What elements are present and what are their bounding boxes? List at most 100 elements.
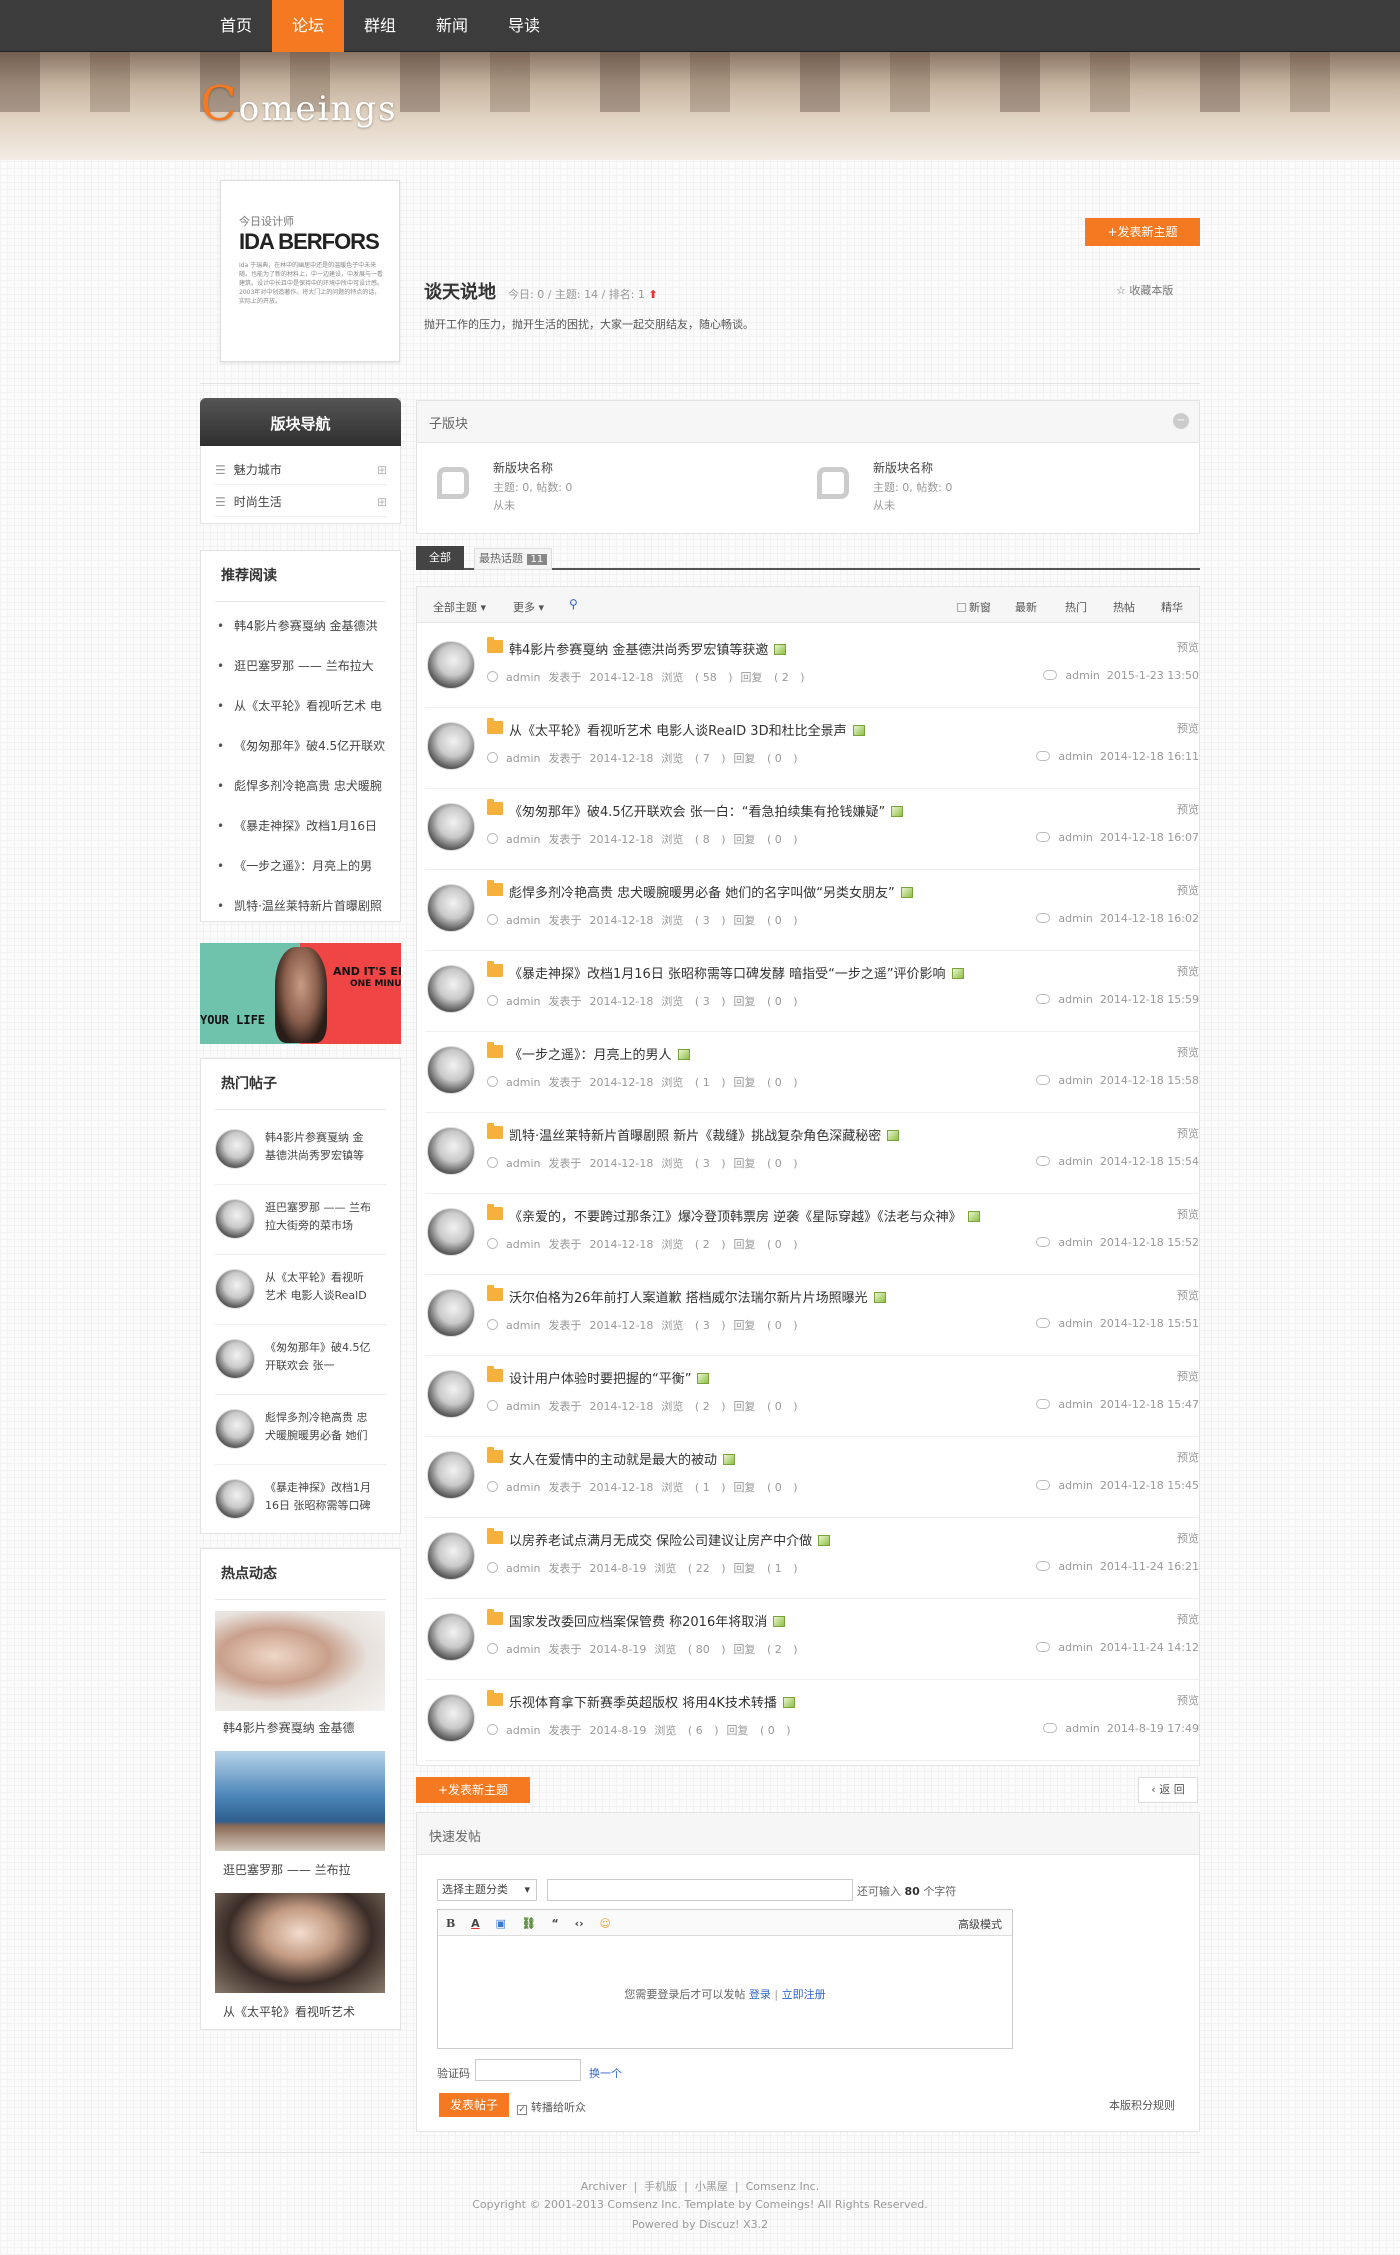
preview-link[interactable]: 预览 xyxy=(1177,639,1199,655)
captcha-input[interactable] xyxy=(475,2059,581,2081)
nav-guide[interactable]: 导读 xyxy=(488,0,560,52)
preview-link[interactable]: 预览 xyxy=(1177,1368,1199,1384)
nav-groups[interactable]: 群组 xyxy=(344,0,416,52)
thread-title[interactable]: 《一步之遥》：月亮上的男人 xyxy=(509,1044,690,1063)
hot-post-item[interactable]: 《暴走神探》改档1月 16日 张昭称需等口碑 xyxy=(215,1465,387,1535)
subforum-name[interactable]: 新版块名称 xyxy=(873,459,933,476)
preview-link[interactable]: 预览 xyxy=(1177,1530,1199,1546)
thread-title[interactable]: 以房养老试点满月无成交 保险公司建议让房产中介做 xyxy=(509,1530,831,1549)
thread-title[interactable]: 乐视体育拿下新赛季英超版权 将用4K技术转播 xyxy=(509,1692,795,1711)
preview-link[interactable]: 预览 xyxy=(1177,1287,1199,1303)
avatar[interactable] xyxy=(427,1613,475,1661)
sort-latest[interactable]: 最新 xyxy=(1015,599,1037,615)
avatar[interactable] xyxy=(427,1694,475,1742)
footer-link-comsenz[interactable]: Comsenz Inc. xyxy=(746,2180,820,2193)
subject-input[interactable] xyxy=(547,1879,853,1901)
avatar[interactable] xyxy=(427,1532,475,1580)
submit-post-button[interactable]: 发表帖子 xyxy=(439,2093,509,2117)
thread-row[interactable]: 《匆匆那年》破4.5亿开联欢会 张一白：“看急拍续集有抢钱嫌疑” admin 发表于… xyxy=(425,789,1199,870)
avatar[interactable] xyxy=(427,884,475,932)
recommended-item[interactable]: 从《太平轮》看视听艺术 电 xyxy=(201,686,400,726)
thread-row[interactable]: 彪悍多剂冷艳高贵 忠犬暖腕暖男必备 她们的名字叫做“另类女朋友” admin 发表于… xyxy=(425,870,1199,951)
avatar[interactable] xyxy=(427,1046,475,1094)
preview-link[interactable]: 预览 xyxy=(1177,1125,1199,1141)
image-icon[interactable]: ▣ xyxy=(495,1917,505,1930)
quote-icon[interactable]: “ xyxy=(552,1917,559,1930)
thread-row[interactable]: 沃尔伯格为26年前打人案道歉 搭档威尔法瑞尔新片片场照曝光 admin 发表于 201… xyxy=(425,1275,1199,1356)
recommended-item[interactable]: 《匆匆那年》破4.5亿开联欢 xyxy=(201,726,400,766)
tab-recommend[interactable]: 最热话题 11 xyxy=(474,548,553,570)
nav-news[interactable]: 新闻 xyxy=(416,0,488,52)
footer-link-archiver[interactable]: Archiver xyxy=(581,2180,627,2193)
thread-row[interactable]: 以房养老试点满月无成交 保险公司建议让房产中介做 admin 发表于 2014-8-1… xyxy=(425,1518,1199,1599)
avatar[interactable] xyxy=(427,1208,475,1256)
thread-title[interactable]: 彪悍多剂冷艳高贵 忠犬暖腕暖男必备 她们的名字叫做“另类女朋友” xyxy=(509,882,913,901)
search-icon[interactable]: ⚲ xyxy=(569,597,578,611)
advanced-mode-link[interactable]: 高级模式 xyxy=(958,1916,1002,1932)
newwindow-checkbox[interactable]: 新窗 xyxy=(957,599,991,615)
hot-post-item[interactable]: 从《太平轮》看视听 艺术 电影人谈RealD xyxy=(215,1255,387,1325)
thread-row[interactable]: 女人在爱情中的主动就是最大的被动 admin 发表于 2014-12-18 浏览 ( 1… xyxy=(425,1437,1199,1518)
thread-row[interactable]: 《暴走神探》改档1月16日 张昭称需等口碑发酵 暗指受“一步之遥”评价影响 adm… xyxy=(425,951,1199,1032)
avatar[interactable] xyxy=(427,1289,475,1337)
forum-nav-item-city[interactable]: ☰ 魅力城市 ⊞ xyxy=(215,455,387,485)
recommended-item[interactable]: 《一步之遥》：月亮上的男 xyxy=(201,846,400,886)
recommended-item[interactable]: 凯特·温丝莱特新片首曝剧照 xyxy=(201,886,400,926)
thread-row[interactable]: 凯特·温丝莱特新片首曝剧照 新片《裁缝》挑战复杂角色深藏秘密 admin 发表于 20… xyxy=(425,1113,1199,1194)
font-color-icon[interactable]: A xyxy=(471,1917,480,1930)
sort-heat[interactable]: 热帖 xyxy=(1113,599,1135,615)
collapse-icon[interactable]: − xyxy=(1173,413,1189,429)
nav-home[interactable]: 首页 xyxy=(200,0,272,52)
thread-row[interactable]: 韩4影片参赛戛纳 金基德洪尚秀罗宏镇等获邀 admin 发表于 2014-12-18 浏… xyxy=(425,627,1199,708)
recommended-item[interactable]: 彪悍多剂冷艳高贵 忠犬暖腕 xyxy=(201,766,400,806)
expand-icon[interactable]: ⊞ xyxy=(377,487,387,517)
recommended-item[interactable]: 《暴走神探》改档1月16日 xyxy=(201,806,400,846)
designer-card[interactable]: 今日设计师 IDA BERFORS Ida 于瑞典，在林中的幽居中还是的温暖色子… xyxy=(220,180,400,362)
sidebar-ad-banner[interactable]: AND IT'S EN ONE MINU YOUR LIFE xyxy=(200,943,401,1044)
preview-link[interactable]: 预览 xyxy=(1177,801,1199,817)
smiley-icon[interactable]: ☺ xyxy=(599,1917,610,1930)
hot-post-item[interactable]: 韩4影片参赛戛纳 金基德洪尚秀罗宏镇等 xyxy=(215,1115,387,1185)
credit-rules-link[interactable]: 本版积分规则 xyxy=(1109,2097,1175,2113)
hot-post-item[interactable]: 彪悍多剂冷艳高贵 忠犬暖腕暖男必备 她们 xyxy=(215,1395,387,1465)
favorite-button[interactable]: ☆ 收藏本版 xyxy=(1116,282,1173,298)
broadcast-checkbox[interactable]: ✓ 转播给听众 xyxy=(517,2099,586,2115)
new-topic-button-top[interactable]: +发表新主题 xyxy=(1085,218,1200,246)
thread-title[interactable]: 国家发改委回应档案保管费 称2016年将取消 xyxy=(509,1611,786,1630)
thread-title[interactable]: 女人在爱情中的主动就是最大的被动 xyxy=(509,1449,736,1468)
preview-link[interactable]: 预览 xyxy=(1177,963,1199,979)
footer-link-mobile[interactable]: 手机版 xyxy=(644,2180,677,2193)
avatar[interactable] xyxy=(427,965,475,1013)
thread-title[interactable]: 韩4影片参赛戛纳 金基德洪尚秀罗宏镇等获邀 xyxy=(509,639,787,658)
register-link[interactable]: 立即注册 xyxy=(782,1988,826,2001)
category-select[interactable]: 选择主题分类 ▾ xyxy=(437,1879,537,1901)
new-topic-button-bottom[interactable]: +发表新主题 xyxy=(416,1777,530,1803)
expand-icon[interactable]: ⊞ xyxy=(377,455,387,485)
thread-row[interactable]: 国家发改委回应档案保管费 称2016年将取消 admin 发表于 2014-8-19 浏… xyxy=(425,1599,1199,1680)
login-link[interactable]: 登录 xyxy=(749,1988,771,2001)
avatar[interactable] xyxy=(427,803,475,851)
bold-icon[interactable]: B xyxy=(446,1917,455,1930)
code-icon[interactable]: ‹› xyxy=(575,1917,584,1930)
preview-link[interactable]: 预览 xyxy=(1177,720,1199,736)
dynamic-image-woman[interactable] xyxy=(215,1893,385,1993)
thread-row[interactable]: 设计用户体验时要把握的“平衡” admin 发表于 2014-12-18 浏览 ( 2 … xyxy=(425,1356,1199,1437)
thread-title[interactable]: 从《太平轮》看视听艺术 电影人谈RealD 3D和杜比全景声 xyxy=(509,720,865,739)
thread-title[interactable]: 《匆匆那年》破4.5亿开联欢会 张一白：“看急拍续集有抢钱嫌疑” xyxy=(509,801,904,820)
thread-row[interactable]: 从《太平轮》看视听艺术 电影人谈RealD 3D和杜比全景声 admin 发表于 20… xyxy=(425,708,1199,789)
back-button[interactable]: ‹ 返 回 xyxy=(1138,1777,1198,1803)
site-logo[interactable]: Comeings xyxy=(200,76,398,132)
preview-link[interactable]: 预览 xyxy=(1177,1206,1199,1222)
thread-title[interactable]: 设计用户体验时要把握的“平衡” xyxy=(509,1368,710,1387)
sort-hot[interactable]: 热门 xyxy=(1065,599,1087,615)
avatar[interactable] xyxy=(427,1370,475,1418)
link-icon[interactable]: ⛓ xyxy=(522,1917,536,1930)
filter-all-dropdown[interactable]: 全部主题 ▾ xyxy=(433,599,486,615)
recommended-item[interactable]: 逛巴塞罗那 —— 兰布拉大 xyxy=(201,646,400,686)
thread-title[interactable]: 凯特·温丝莱特新片首曝剧照 新片《裁缝》挑战复杂角色深藏秘密 xyxy=(509,1125,900,1144)
footer-link-blackroom[interactable]: 小黑屋 xyxy=(695,2180,728,2193)
thread-row[interactable]: 乐视体育拿下新赛季英超版权 将用4K技术转播 admin 发表于 2014-8-19 浏… xyxy=(425,1680,1199,1761)
sort-digest[interactable]: 精华 xyxy=(1161,599,1183,615)
hot-post-item[interactable]: 逛巴塞罗那 —— 兰布 拉大街旁的菜市场 xyxy=(215,1185,387,1255)
avatar[interactable] xyxy=(427,722,475,770)
